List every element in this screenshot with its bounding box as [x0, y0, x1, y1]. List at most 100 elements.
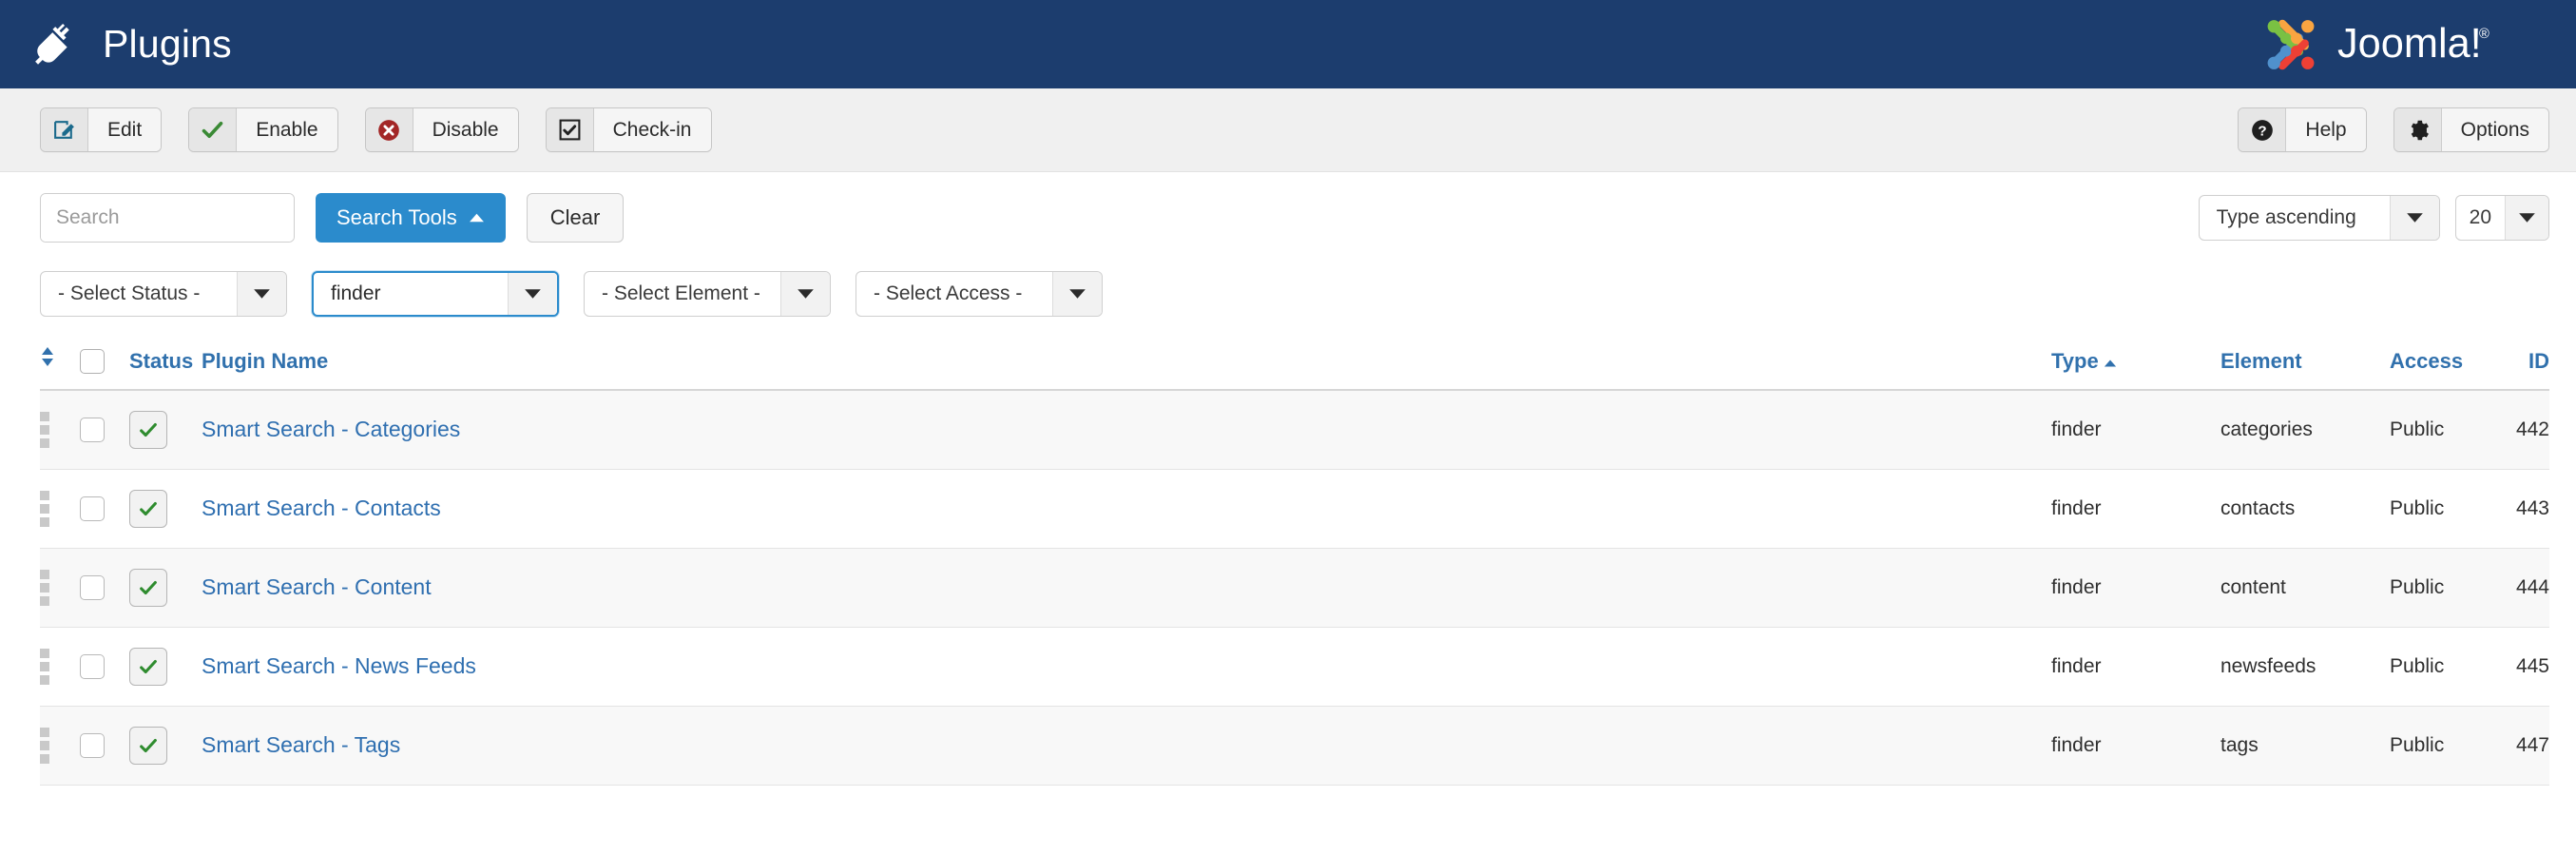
th-ordering[interactable] — [40, 345, 80, 391]
th-access[interactable]: Access — [2390, 345, 2481, 391]
svg-text:®: ® — [2479, 27, 2489, 42]
drag-handle-icon[interactable] — [40, 727, 49, 764]
th-element-label[interactable]: Element — [2220, 349, 2302, 373]
th-element[interactable]: Element — [2220, 345, 2390, 391]
help-button[interactable]: ? Help — [2238, 107, 2367, 152]
search-field-group — [40, 193, 295, 243]
check-icon — [140, 422, 157, 437]
row-element-cell: contacts — [2220, 469, 2390, 549]
status-toggle-button[interactable] — [129, 647, 167, 686]
joomla-wordmark: Joomla! ® — [2337, 20, 2489, 66]
status-toggle-button[interactable] — [129, 726, 167, 765]
row-element-cell: content — [2220, 548, 2390, 628]
checkin-button-label: Check-in — [593, 108, 711, 151]
th-type-label[interactable]: Type — [2051, 349, 2099, 373]
list-limit-value: 20 — [2469, 206, 2491, 228]
filter-element-value: - Select Element - — [602, 282, 760, 304]
list-limit-select[interactable]: 20 — [2454, 195, 2549, 241]
chevron-down-icon — [508, 273, 557, 315]
th-status[interactable]: Status — [129, 345, 202, 391]
page-masthead: Plugins Joomla! ® — [0, 0, 2576, 88]
filter-access-select[interactable]: - Select Access - — [855, 271, 1103, 317]
status-toggle-button[interactable] — [129, 568, 167, 607]
clear-filters-button[interactable]: Clear — [526, 193, 625, 243]
th-id-label[interactable]: ID — [2528, 349, 2549, 373]
row-select-cell — [80, 706, 129, 786]
status-toggle-button[interactable] — [129, 410, 167, 449]
row-element-cell: tags — [2220, 706, 2390, 786]
row-drag-cell — [40, 706, 80, 786]
sort-order-select[interactable]: Type ascending — [2198, 195, 2440, 241]
row-access-cell: Public — [2390, 390, 2481, 470]
plugin-name-link[interactable]: Smart Search - Contacts — [202, 496, 441, 520]
select-all-checkbox[interactable] — [80, 349, 105, 374]
plug-icon — [35, 23, 69, 65]
enable-button[interactable]: Enable — [188, 107, 338, 152]
row-type-cell: finder — [2051, 548, 2220, 628]
row-checkbox[interactable] — [80, 417, 105, 442]
th-plugin-name[interactable]: Plugin Name — [202, 345, 2051, 391]
disable-button[interactable]: Disable — [364, 107, 519, 152]
search-tools-label: Search Tools — [336, 205, 457, 229]
row-name-cell: Smart Search - Contacts — [202, 469, 2051, 549]
drag-handle-icon[interactable] — [40, 569, 49, 606]
chevron-down-icon — [237, 272, 286, 316]
filter-row: - Select Status - finder - Select Elemen… — [0, 263, 2576, 324]
th-status-label[interactable]: Status — [129, 349, 193, 373]
gear-icon — [2393, 108, 2442, 151]
edit-button[interactable]: Edit — [40, 107, 163, 152]
status-toggle-button[interactable] — [129, 489, 167, 528]
plugins-table-body: Smart Search - Categories finder categor… — [40, 390, 2549, 786]
toolbar-right-group: ? Help Options — [2238, 107, 2549, 152]
th-select-all — [80, 345, 129, 391]
row-checkbox[interactable] — [80, 496, 105, 521]
edit-button-label: Edit — [88, 108, 162, 151]
th-plugin-name-label[interactable]: Plugin Name — [202, 349, 328, 373]
drag-handle-icon[interactable] — [40, 411, 49, 448]
drag-handle-icon[interactable] — [40, 648, 49, 685]
row-id-cell: 442 — [2481, 390, 2549, 470]
filter-type-select[interactable]: finder — [312, 271, 559, 317]
checkbox-icon — [546, 108, 594, 151]
filter-status-select[interactable]: - Select Status - — [40, 271, 287, 317]
plugin-name-link[interactable]: Smart Search - Content — [202, 574, 432, 599]
row-status-cell — [129, 390, 202, 470]
drag-handle-icon[interactable] — [40, 490, 49, 527]
plugins-table: Status Plugin Name Type Element Access I… — [40, 345, 2549, 786]
plugin-name-link[interactable]: Smart Search - Categories — [202, 417, 460, 441]
th-type[interactable]: Type — [2051, 345, 2220, 391]
row-checkbox[interactable] — [80, 653, 105, 679]
sort-ascending-icon — [2104, 359, 2116, 367]
row-status-cell — [129, 548, 202, 628]
checkin-button[interactable]: Check-in — [545, 107, 712, 152]
options-button[interactable]: Options — [2393, 107, 2549, 152]
help-button-label: Help — [2286, 108, 2366, 151]
row-drag-cell — [40, 390, 80, 470]
options-button-label: Options — [2441, 108, 2548, 151]
check-icon — [140, 501, 157, 515]
search-tools-button[interactable]: Search Tools — [316, 193, 506, 243]
th-access-label[interactable]: Access — [2390, 349, 2463, 373]
row-checkbox[interactable] — [80, 574, 105, 600]
row-access-cell: Public — [2390, 706, 2481, 786]
row-drag-cell — [40, 469, 80, 549]
joomla-brand-mark-icon — [2267, 19, 2315, 69]
th-id[interactable]: ID — [2481, 345, 2549, 391]
row-type-cell: finder — [2051, 469, 2220, 549]
disable-button-label: Disable — [413, 108, 518, 151]
row-checkbox[interactable] — [80, 732, 105, 758]
filter-element-select[interactable]: - Select Element - — [584, 271, 831, 317]
plugin-name-link[interactable]: Smart Search - Tags — [202, 732, 400, 757]
row-id-cell: 447 — [2481, 706, 2549, 786]
row-select-cell — [80, 627, 129, 707]
check-icon — [140, 580, 157, 594]
plugin-name-link[interactable]: Smart Search - News Feeds — [202, 653, 476, 678]
svg-text:Joomla!: Joomla! — [2337, 20, 2482, 66]
row-name-cell: Smart Search - Tags — [202, 706, 2051, 786]
row-access-cell: Public — [2390, 548, 2481, 628]
sort-order-value: Type ascending — [2216, 206, 2356, 228]
row-name-cell: Smart Search - Categories — [202, 390, 2051, 470]
search-input[interactable] — [41, 194, 294, 242]
search-bar-right: Type ascending 20 — [2198, 195, 2549, 241]
row-id-cell: 444 — [2481, 548, 2549, 628]
